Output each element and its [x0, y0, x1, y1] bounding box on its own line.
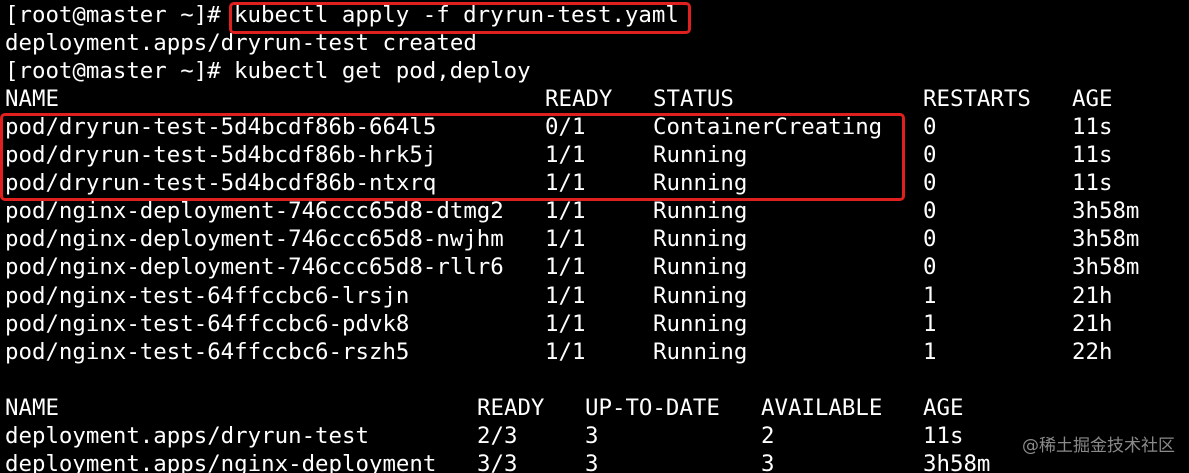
deployment-available: 3	[761, 451, 775, 473]
pod-ready: 1/1	[545, 339, 586, 365]
deployment-ready: 2/3	[477, 423, 518, 449]
command-line-get: [root@master ~]# kubectl get pod,deploy	[5, 57, 531, 85]
terminal-window[interactable]: [root@master ~]# kubectl apply -f dryrun…	[0, 0, 1189, 473]
column-header-age: AGE	[923, 395, 964, 421]
pod-age: 11s	[1072, 170, 1113, 196]
deployment-up-to-date: 3	[585, 423, 599, 449]
shell-prompt: [root@master ~]#	[5, 58, 235, 84]
deployment-ready: 3/3	[477, 451, 518, 473]
pod-age: 21h	[1072, 311, 1113, 337]
watermark-text: @稀土掘金技术社区	[1022, 436, 1175, 456]
column-header-age: AGE	[1072, 86, 1113, 112]
pod-name: pod/nginx-test-64ffccbc6-lrsjn	[5, 283, 410, 309]
pod-restarts: 0	[923, 142, 937, 168]
pod-age: 11s	[1072, 114, 1113, 140]
pod-name: pod/nginx-test-64ffccbc6-rszh5	[5, 339, 410, 365]
column-header-ready: READY	[545, 86, 613, 112]
command-text: kubectl get pod,deploy	[234, 58, 531, 84]
pod-age: 3h58m	[1072, 226, 1140, 252]
column-header-name: NAME	[5, 395, 59, 421]
pod-age: 11s	[1072, 142, 1113, 168]
pod-age: 3h58m	[1072, 254, 1140, 280]
shell-prompt: [root@master ~]#	[5, 2, 235, 28]
pod-restarts: 1	[923, 339, 937, 365]
pod-restarts: 1	[923, 283, 937, 309]
table-row: pod/nginx-test-64ffccbc6-pdvk8 1/1 Runni…	[5, 310, 1112, 338]
column-header-status: STATUS	[653, 86, 734, 112]
pod-restarts: 0	[923, 170, 937, 196]
dryrun-pods-highlight-box	[0, 113, 905, 201]
table-row: pod/nginx-deployment-746ccc65d8-rllr6 1/…	[5, 253, 1139, 281]
column-header-ready: READY	[477, 395, 545, 421]
pod-restarts: 0	[923, 114, 937, 140]
pod-status: Running	[653, 311, 748, 337]
pod-status: Running	[653, 226, 748, 252]
table-row: pod/nginx-test-64ffccbc6-rszh5 1/1 Runni…	[5, 338, 1112, 366]
output-line: deployment.apps/dryrun-test created	[5, 29, 477, 57]
column-header-available: AVAILABLE	[761, 395, 883, 421]
pod-ready: 1/1	[545, 198, 586, 224]
pod-age: 22h	[1072, 339, 1113, 365]
pod-name: pod/nginx-deployment-746ccc65d8-nwjhm	[5, 226, 504, 252]
pod-restarts: 0	[923, 254, 937, 280]
pod-ready: 1/1	[545, 254, 586, 280]
table-row: deployment.apps/nginx-deployment 3/3 3 3…	[5, 450, 990, 473]
deployment-age: 3h58m	[923, 451, 991, 473]
pod-restarts: 0	[923, 198, 937, 224]
pod-age: 21h	[1072, 283, 1113, 309]
command-highlight-box	[229, 2, 691, 34]
deployment-name: deployment.apps/dryrun-test	[5, 423, 369, 449]
table-row: pod/nginx-deployment-746ccc65d8-dtmg2 1/…	[5, 197, 1139, 225]
pod-restarts: 1	[923, 311, 937, 337]
deployment-name: deployment.apps/nginx-deployment	[5, 451, 437, 473]
table-row: deployment.apps/dryrun-test 2/3 3 2 11s	[5, 422, 963, 450]
column-header-restarts: RESTARTS	[923, 86, 1031, 112]
pod-name: pod/nginx-deployment-746ccc65d8-rllr6	[5, 254, 504, 280]
deployments-table-header: NAME READY UP-TO-DATE AVAILABLE AGE	[5, 394, 963, 422]
pod-ready: 1/1	[545, 311, 586, 337]
deployment-up-to-date: 3	[585, 451, 599, 473]
pods-table-header: NAME READY STATUS RESTARTS AGE	[5, 85, 1112, 113]
pod-status: Running	[653, 254, 748, 280]
pod-ready: 1/1	[545, 283, 586, 309]
pod-ready: 1/1	[545, 226, 586, 252]
pod-restarts: 0	[923, 226, 937, 252]
pod-status: Running	[653, 339, 748, 365]
command-line-apply: [root@master ~]# kubectl apply -f dryrun…	[5, 1, 679, 29]
pod-status: Running	[653, 283, 748, 309]
column-header-up-to-date: UP-TO-DATE	[585, 395, 720, 421]
table-row: pod/nginx-test-64ffccbc6-lrsjn 1/1 Runni…	[5, 282, 1112, 310]
pod-name: pod/nginx-deployment-746ccc65d8-dtmg2	[5, 198, 504, 224]
column-header-name: NAME	[5, 86, 59, 112]
pod-name: pod/nginx-test-64ffccbc6-pdvk8	[5, 311, 410, 337]
table-row: pod/nginx-deployment-746ccc65d8-nwjhm 1/…	[5, 225, 1139, 253]
pod-status: Running	[653, 198, 748, 224]
deployment-age: 11s	[923, 423, 964, 449]
pod-age: 3h58m	[1072, 198, 1140, 224]
deployment-available: 2	[761, 423, 775, 449]
